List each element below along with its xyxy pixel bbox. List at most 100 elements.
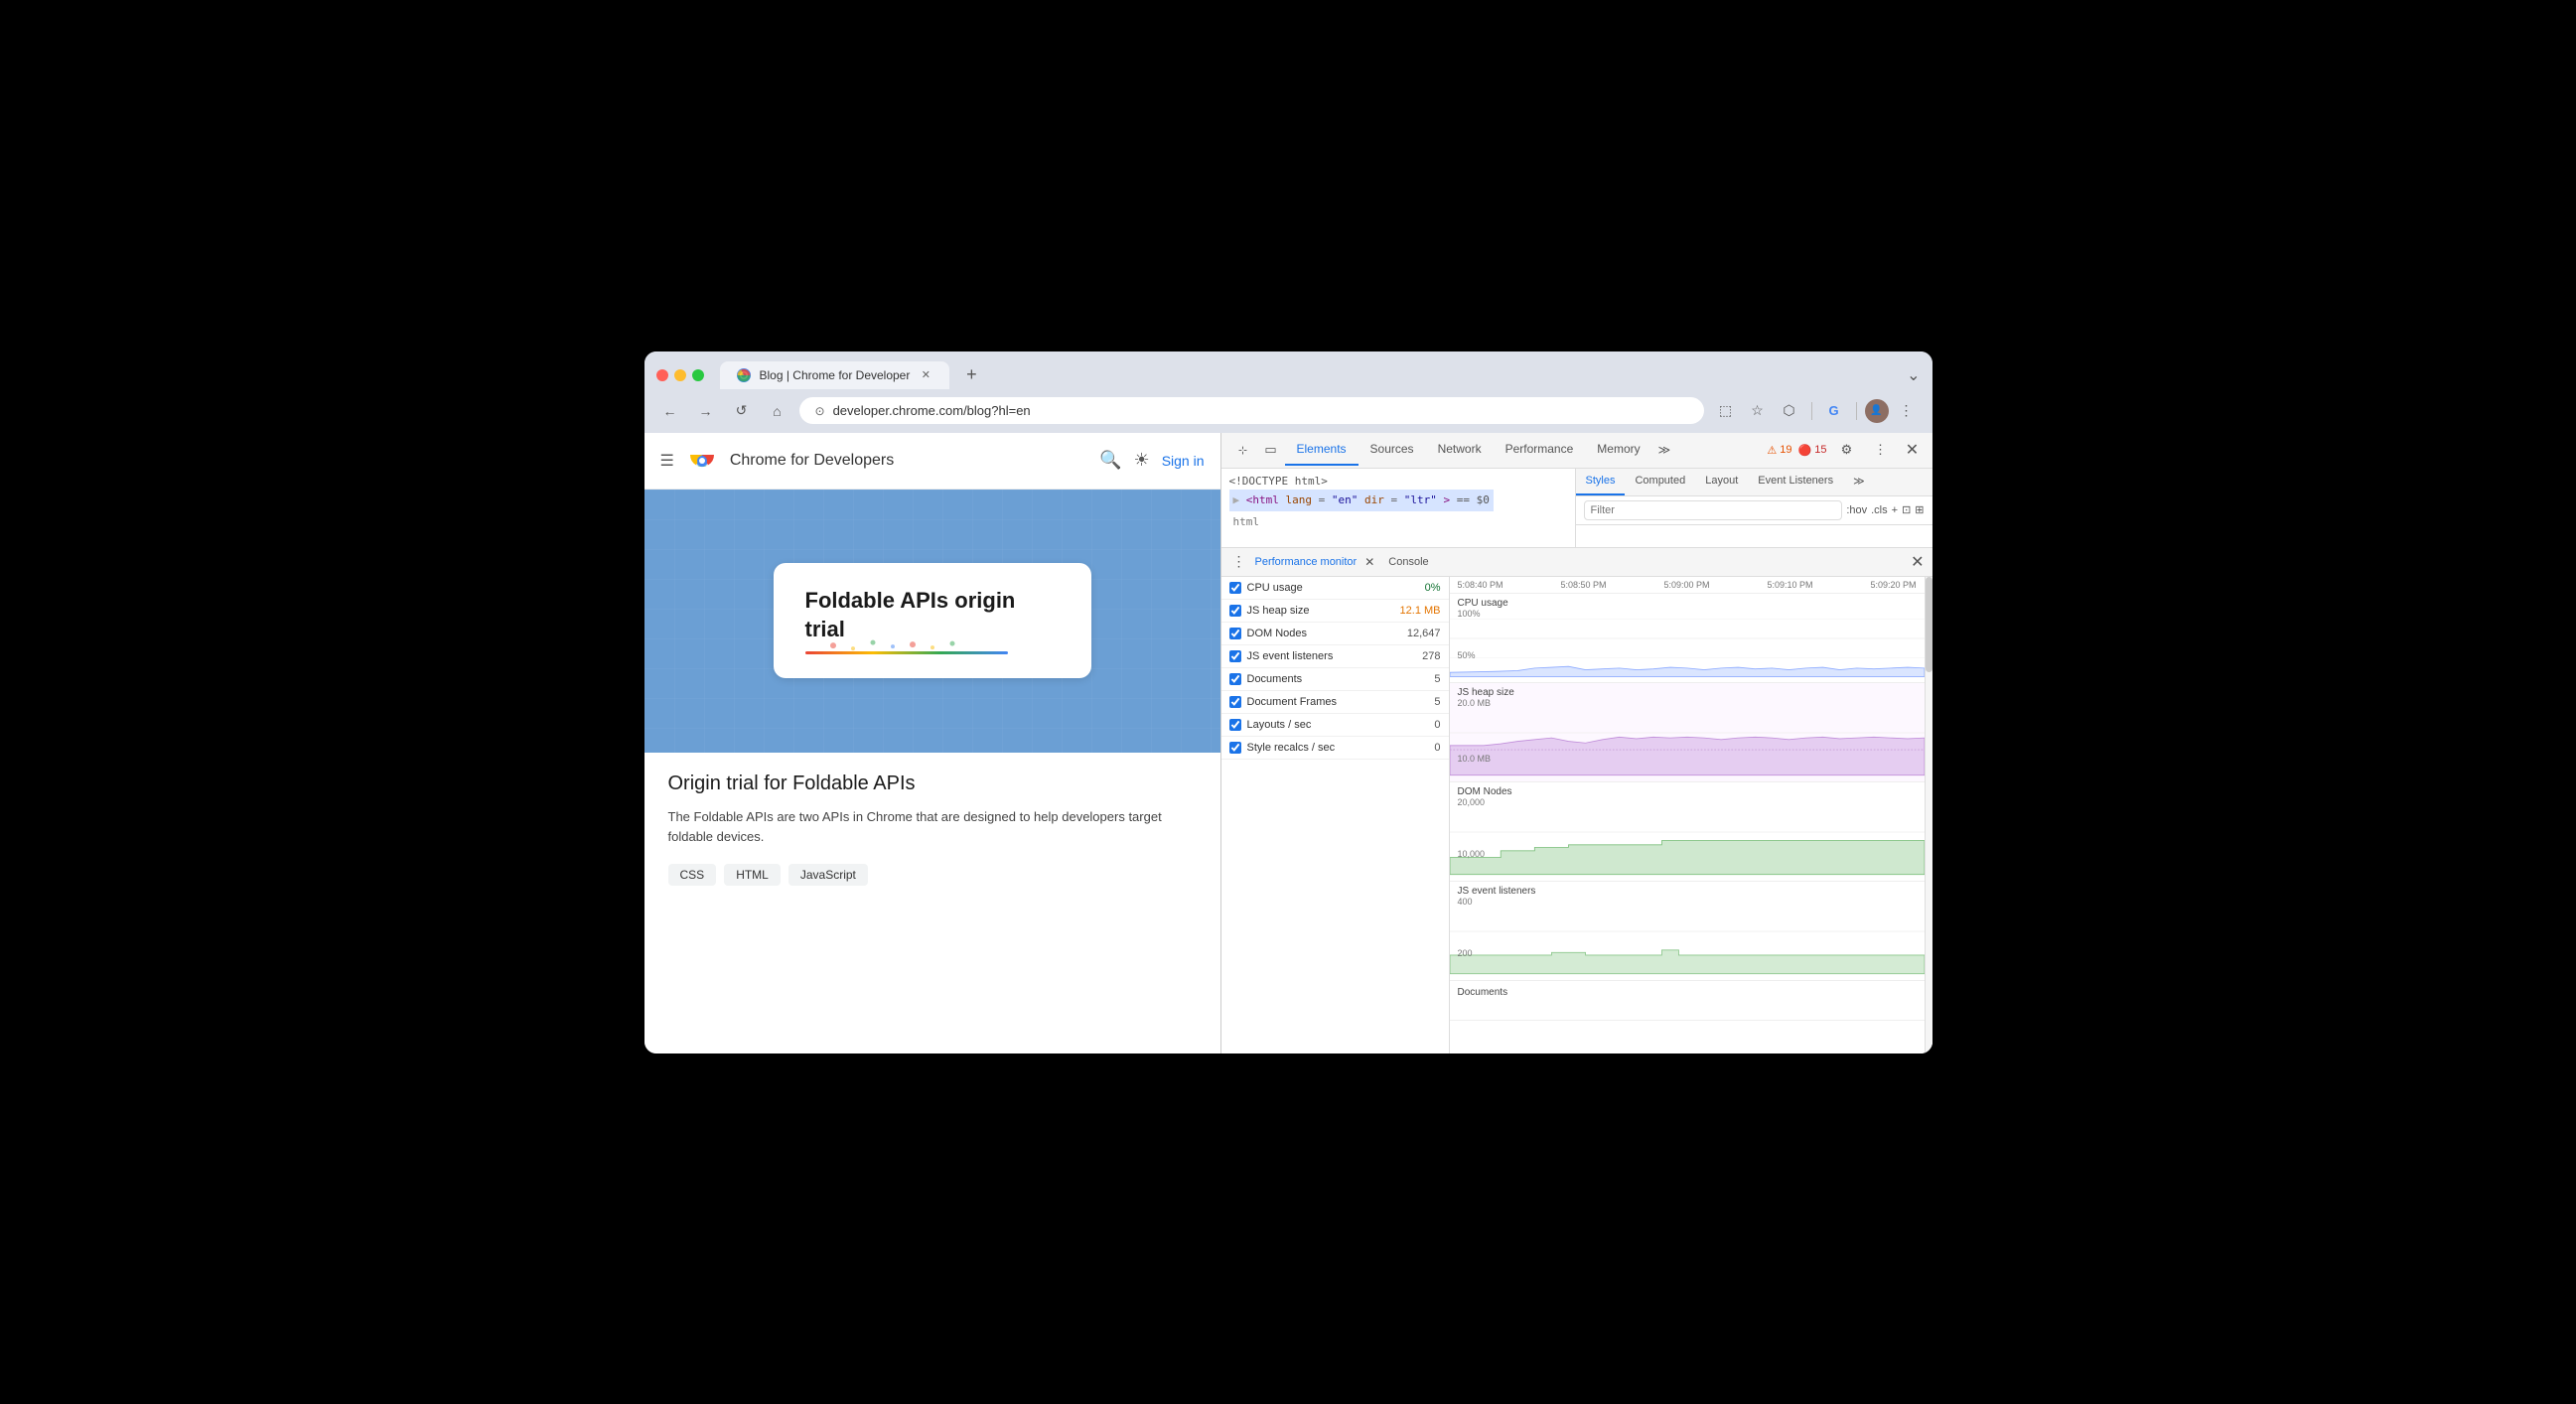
post-content: Origin trial for Foldable APIs The Folda… (644, 753, 1220, 907)
chrome-logo (686, 445, 718, 477)
devtools-close-button[interactable]: ✕ (1901, 438, 1925, 462)
performance-monitor: ⋮ Performance monitor ✕ Console ✕ CPU us… (1221, 548, 1932, 1053)
sign-in-button[interactable]: Sign in (1162, 453, 1205, 469)
inspect-element-icon[interactable]: ⊹ (1229, 436, 1257, 464)
theme-toggle[interactable]: ☀ (1134, 450, 1150, 471)
cls-button[interactable]: .cls (1871, 504, 1888, 516)
cpu-chart-svg (1450, 594, 1925, 683)
documents-checkbox[interactable] (1229, 673, 1241, 685)
html-line[interactable]: ▶ <html lang = "en" dir = "ltr" > == $0 (1229, 490, 1494, 511)
device-toolbar-icon[interactable]: ▭ (1257, 436, 1285, 464)
error-badge[interactable]: 🔴 15 (1798, 444, 1827, 457)
reload-button[interactable]: ↺ (728, 397, 756, 425)
add-style-button[interactable]: + (1892, 504, 1898, 516)
minimize-traffic-light[interactable] (674, 369, 686, 381)
back-button[interactable]: ← (656, 397, 684, 425)
element-state-button[interactable]: ⊡ (1902, 503, 1911, 516)
timeline-t3: 5:09:00 PM (1663, 580, 1709, 590)
metric-js-events: JS event listeners 278 (1221, 645, 1449, 668)
post-card-title: Foldable APIs origin trial (805, 587, 1060, 643)
profile-button[interactable]: 👤 (1865, 399, 1889, 423)
js-heap-checkbox[interactable] (1229, 605, 1241, 617)
tag-javascript[interactable]: JavaScript (788, 864, 868, 886)
html-dir-val: "ltr" (1404, 493, 1437, 506)
tab-network[interactable]: Network (1426, 434, 1494, 466)
metric-documents: Documents 5 (1221, 668, 1449, 691)
tab-memory[interactable]: Memory (1585, 434, 1651, 466)
tab-sources[interactable]: Sources (1359, 434, 1426, 466)
html-lang-attr: lang (1286, 493, 1313, 506)
new-tab-button[interactable]: + (957, 361, 985, 389)
new-rule-button[interactable]: ⊞ (1915, 503, 1924, 516)
address-bar[interactable]: ⊙ developer.chrome.com/blog?hl=en (799, 397, 1704, 424)
home-button[interactable]: ⌂ (764, 397, 791, 425)
tab-performance[interactable]: Performance (1494, 434, 1586, 466)
metric-js-heap: JS heap size 12.1 MB (1221, 600, 1449, 623)
events-200-label: 200 (1458, 948, 1473, 958)
dom-nodes-chart: DOM Nodes 20,000 10,000 (1450, 782, 1925, 882)
tab-styles[interactable]: Styles (1576, 469, 1626, 495)
menu-button[interactable]: ⋮ (1893, 397, 1921, 425)
cpu-value: 0% (1396, 582, 1441, 594)
html-eq1: = (1319, 493, 1326, 506)
layouts-checkbox[interactable] (1229, 719, 1241, 731)
active-tab[interactable]: Blog | Chrome for Developer ✕ (720, 361, 950, 389)
console-tab[interactable]: Console (1388, 556, 1428, 568)
post-image: Foldable APIs origin trial (644, 490, 1220, 753)
timeline-t5: 5:09:20 PM (1870, 580, 1916, 590)
settings-button[interactable]: ⚙ (1833, 436, 1861, 464)
js-events-chart: JS event listeners 400 200 (1450, 882, 1925, 981)
js-heap-chart-svg (1450, 683, 1925, 782)
tab-elements[interactable]: Elements (1285, 434, 1359, 466)
perf-scrollbar[interactable] (1925, 577, 1932, 1053)
perf-monitor-tab[interactable]: Performance monitor (1255, 556, 1358, 568)
cpu-checkbox[interactable] (1229, 582, 1241, 594)
scrollbar-thumb[interactable] (1926, 577, 1932, 672)
tab-computed[interactable]: Computed (1625, 469, 1695, 495)
doc-frames-checkbox[interactable] (1229, 696, 1241, 708)
html-eq2: = (1391, 493, 1398, 506)
tab-more-button[interactable]: ⌄ (1907, 365, 1920, 385)
webpage-header: ☰ Chrome for Developers 🔍 ☀ Sign in (644, 433, 1220, 490)
extensions-button[interactable]: ⬡ (1776, 397, 1803, 425)
styles-filter-input[interactable] (1584, 500, 1843, 520)
timeline-t4: 5:09:10 PM (1767, 580, 1812, 590)
tab-layout[interactable]: Layout (1695, 469, 1748, 495)
maximize-traffic-light[interactable] (692, 369, 704, 381)
html-breadcrumb: html (1229, 511, 1567, 533)
site-name: Chrome for Developers (730, 452, 894, 470)
dom-nodes-checkbox[interactable] (1229, 628, 1241, 639)
tab-favicon (736, 367, 752, 383)
style-recalcs-value: 0 (1396, 742, 1441, 754)
timeline-t2: 5:08:50 PM (1560, 580, 1606, 590)
hamburger-icon[interactable]: ☰ (660, 451, 674, 471)
perf-panel-close[interactable]: ✕ (1911, 552, 1924, 572)
js-events-checkbox[interactable] (1229, 650, 1241, 662)
bookmark-button[interactable]: ☆ (1744, 397, 1772, 425)
tab-styles-more[interactable]: ≫ (1843, 469, 1875, 495)
search-button[interactable]: 🔍 (1099, 450, 1121, 471)
tab-close-button[interactable]: ✕ (918, 367, 933, 383)
documents-chart: Documents (1450, 981, 1925, 1021)
tab-event-listeners[interactable]: Event Listeners (1748, 469, 1843, 495)
more-tabs-button[interactable]: ≫ (1654, 439, 1675, 461)
perf-monitor-dots[interactable]: ⋮ (1229, 552, 1249, 572)
warning-badge[interactable]: ⚠ 19 (1767, 444, 1791, 457)
perf-monitor-close[interactable]: ✕ (1364, 555, 1374, 569)
metric-layouts: Layouts / sec 0 (1221, 714, 1449, 737)
doctype-text: <!DOCTYPE html> (1229, 475, 1328, 488)
tag-css[interactable]: CSS (668, 864, 717, 886)
cpu-chart: CPU usage 100% 50% (1450, 594, 1925, 683)
style-recalcs-checkbox[interactable] (1229, 742, 1241, 754)
google-button[interactable]: G (1820, 397, 1848, 425)
dom-10k-label: 10,000 (1458, 849, 1486, 859)
devtools-more-button[interactable]: ⋮ (1867, 436, 1895, 464)
screenshot-button[interactable]: ⬚ (1712, 397, 1740, 425)
elements-sidebar: Styles Computed Layout Event Listeners ≫… (1575, 469, 1932, 547)
forward-button[interactable]: → (692, 397, 720, 425)
hov-button[interactable]: :hov (1846, 504, 1867, 516)
close-traffic-light[interactable] (656, 369, 668, 381)
tag-html[interactable]: HTML (724, 864, 781, 886)
js-heap-chart-label: JS heap size (1458, 687, 1514, 698)
layouts-label: Layouts / sec (1247, 719, 1390, 731)
